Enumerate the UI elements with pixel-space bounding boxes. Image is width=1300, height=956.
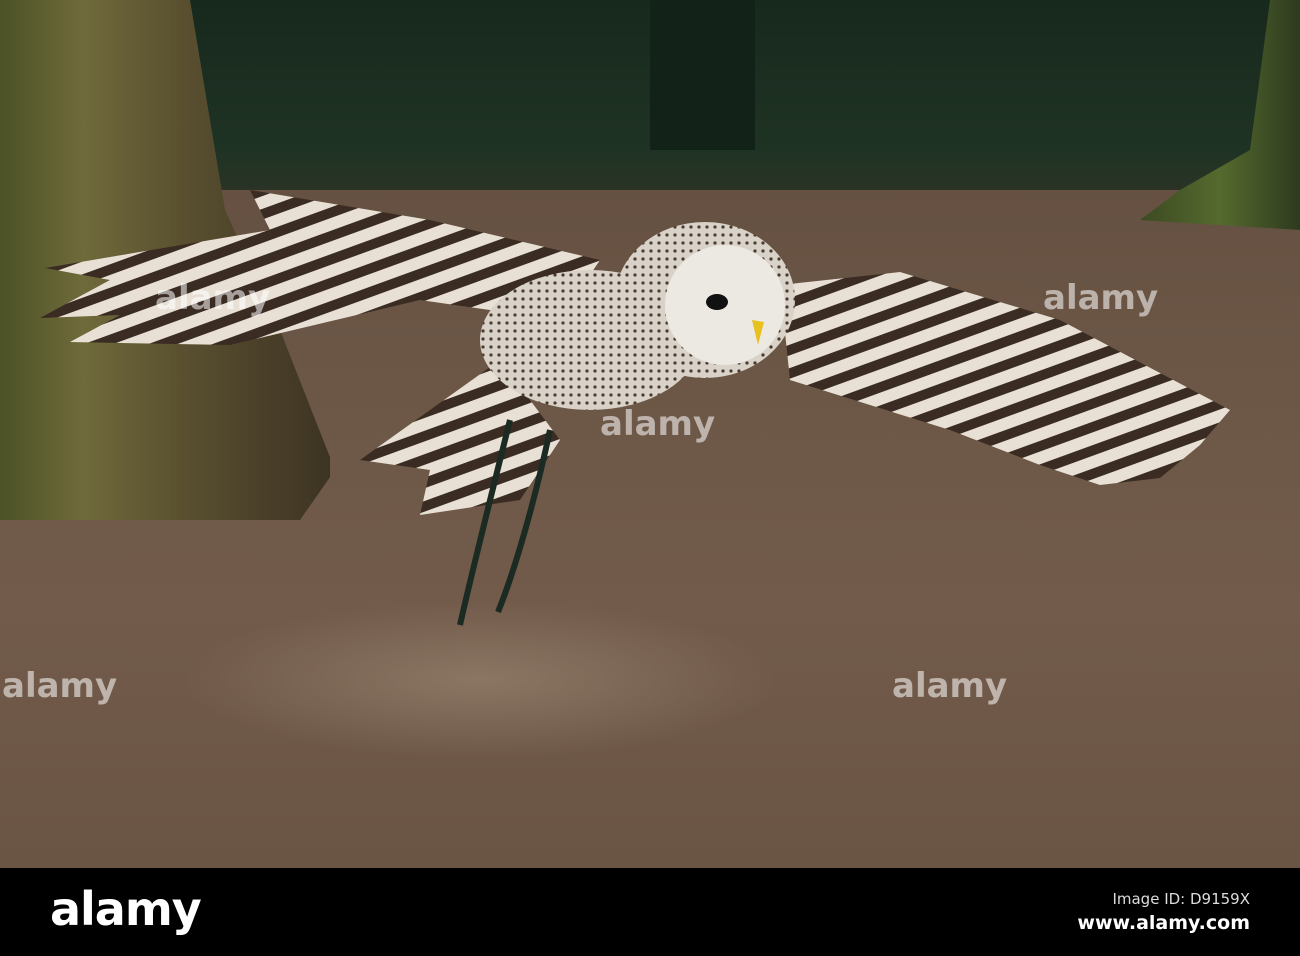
alamy-logo: alamy xyxy=(50,882,202,936)
right-wing xyxy=(780,272,1230,485)
watermark: alamy xyxy=(600,404,716,444)
watermark: alamy xyxy=(155,278,271,318)
owl-eye xyxy=(706,294,728,310)
watermark: alamy xyxy=(2,666,118,706)
image-id: Image ID: D9159X xyxy=(1112,890,1250,908)
owl-photo: alamy alamy alamy alamy alamy xyxy=(0,0,1300,868)
watermark: alamy xyxy=(892,666,1008,706)
website-url: www.alamy.com xyxy=(1077,912,1250,934)
watermark: alamy xyxy=(1043,278,1159,318)
